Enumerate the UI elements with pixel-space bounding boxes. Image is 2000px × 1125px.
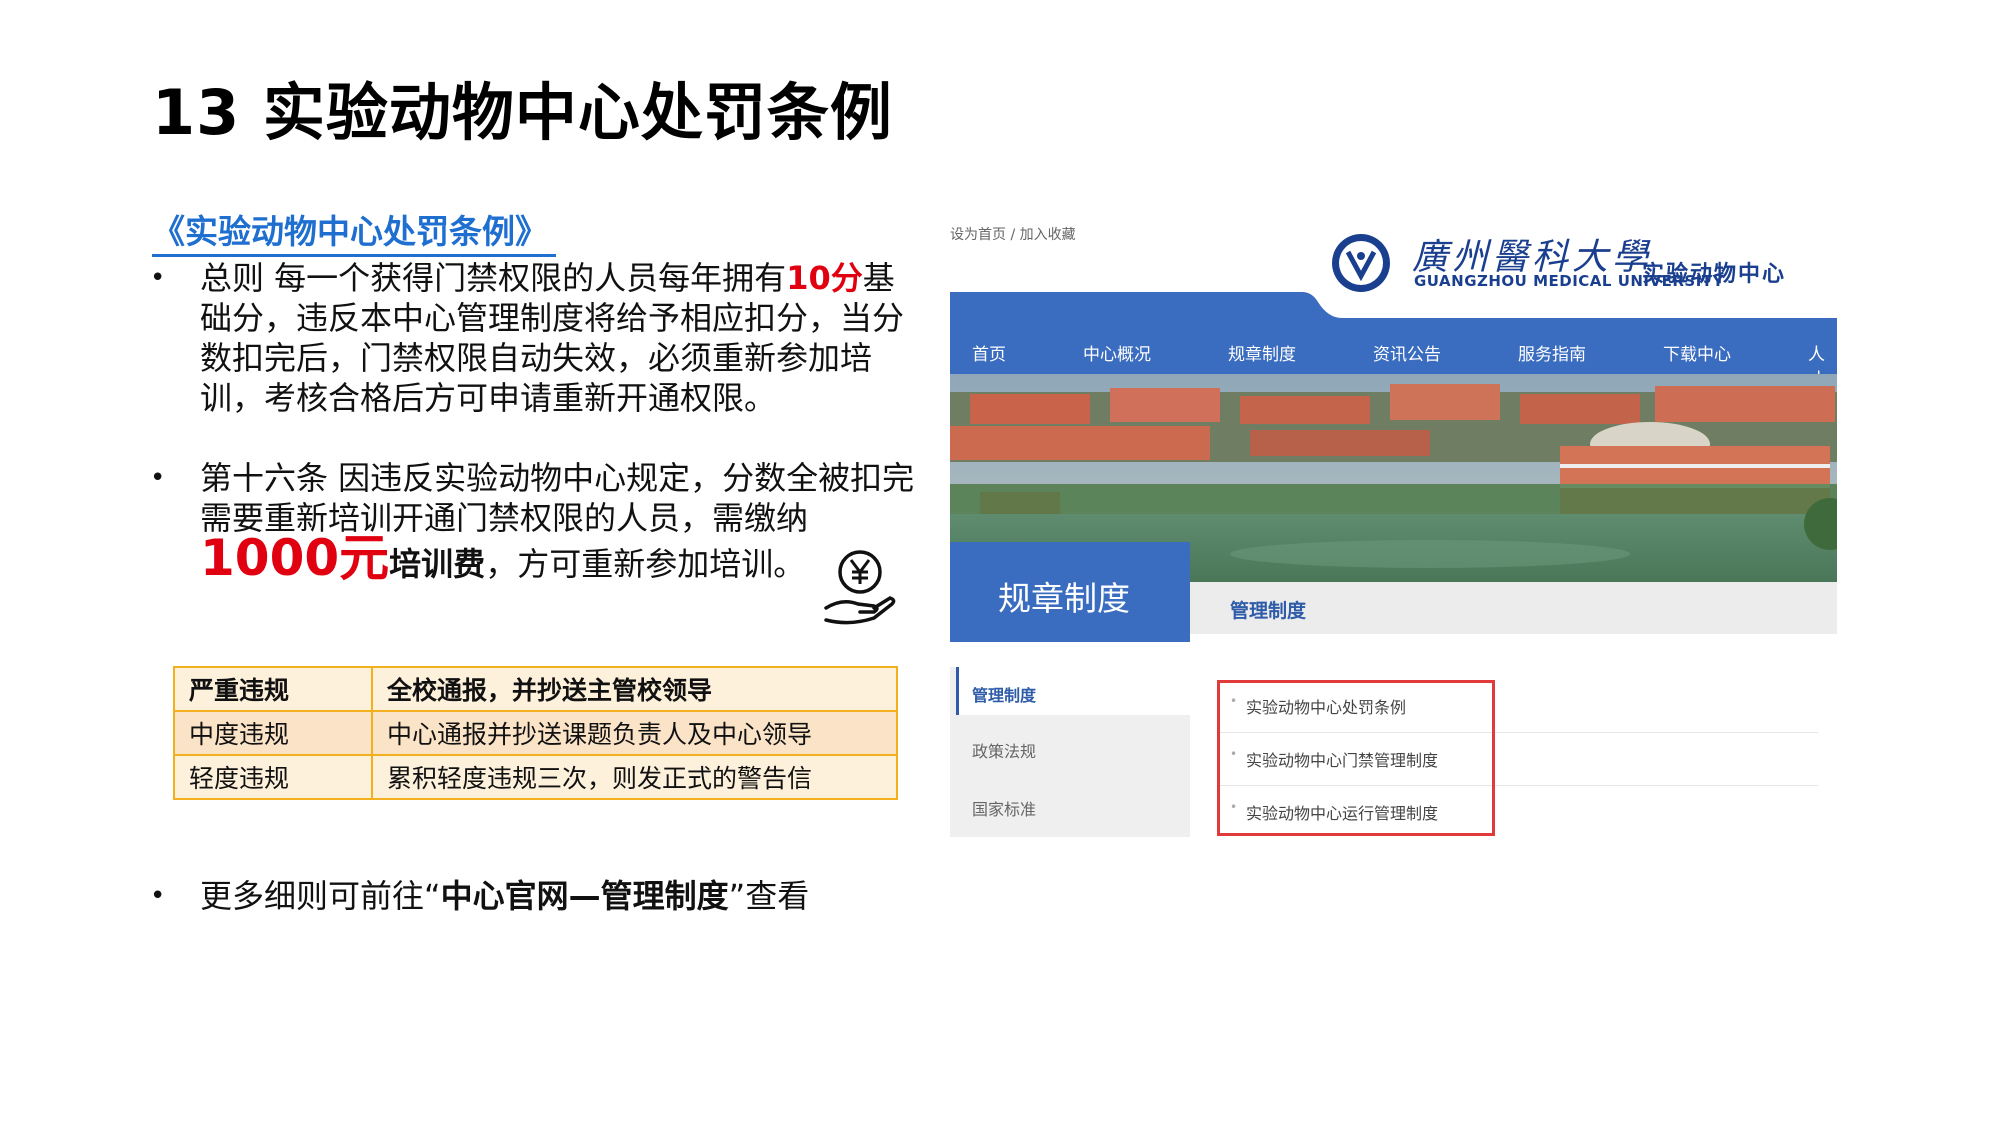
nav-item-home[interactable]: 首页	[972, 340, 1006, 365]
table-cell: 中心通报并抄送课题负责人及中心领导	[371, 710, 898, 756]
fee-label: 培训费	[389, 545, 486, 583]
table-row: 中度违规 中心通报并抄送课题负责人及中心领导	[173, 710, 898, 756]
highlight-box	[1217, 680, 1495, 836]
sidebar-title: 规章制度	[998, 579, 1130, 618]
fee-amount: 1000元	[200, 529, 390, 587]
section-band: 管理制度	[1190, 582, 1837, 634]
base-score: 10分	[786, 259, 863, 297]
table-cell: 全校通报，并抄送主管校领导	[371, 666, 898, 712]
doc-title-link[interactable]: 《实验动物中心处罚条例》	[152, 210, 556, 257]
topbar-links[interactable]: 设为首页 / 加入收藏	[950, 224, 1076, 244]
slide-title: 13 实验动物中心处罚条例	[152, 76, 893, 149]
bullet-text: 更多细则可前往“	[200, 877, 441, 915]
table-cell: 累积轻度违规三次，则发正式的警告信	[371, 754, 898, 800]
table-row: 轻度违规 累积轻度违规三次，则发正式的警告信	[173, 754, 898, 800]
nav-item-downloads[interactable]: 下载中心	[1663, 340, 1731, 365]
bullet-text: 第十六条 因违反实验动物中心规定，分数全被扣完需要重新培训开通门禁权限的人员，需…	[200, 459, 915, 537]
table-cell: 轻度违规	[173, 754, 373, 800]
nav-item-service[interactable]: 服务指南	[1518, 340, 1586, 365]
nav-item-regulations[interactable]: 规章制度	[1192, 340, 1332, 379]
side-menu-item-national-standards[interactable]: 国家标准	[972, 796, 1036, 820]
bullet-text: 总则 每一个获得门禁权限的人员每年拥有	[200, 259, 787, 297]
sidebar-header: 规章制度	[950, 542, 1190, 642]
nav-item-news[interactable]: 资讯公告	[1373, 340, 1441, 365]
website-path: 中心官网—管理制度	[440, 877, 729, 915]
bullet-article-16: • 第十六条 因违反实验动物中心规定，分数全被扣完需要重新培训开通门禁权限的人员…	[150, 458, 920, 584]
money-hand-icon	[824, 550, 896, 625]
violation-table: 严重违规 全校通报，并抄送主管校领导 中度违规 中心通报并抄送课题负责人及中心领…	[173, 666, 898, 800]
table-cell: 中度违规	[173, 710, 373, 756]
bullet-text: ”查看	[728, 877, 810, 915]
side-menu-item-management[interactable]: 管理制度	[972, 682, 1036, 706]
table-row: 严重违规 全校通报，并抄送主管校领导	[173, 666, 898, 712]
bullet-dot: •	[150, 263, 166, 293]
bullet-dot: •	[150, 881, 166, 911]
website-screenshot: 设为首页 / 加入收藏 廣州醫科大學 GUANGZHOU MEDICAL UNI…	[950, 212, 1837, 837]
table-cell: 严重违规	[173, 666, 373, 712]
bullet-text: ，方可重新参加培训。	[485, 545, 806, 583]
side-menu-item-policies[interactable]: 政策法规	[972, 738, 1036, 762]
section-title: 管理制度	[1230, 600, 1307, 622]
university-logo: 廣州醫科大學 GUANGZHOU MEDICAL UNIVERSITY 实验动物…	[1330, 222, 1830, 292]
nav-item-overview[interactable]: 中心概况	[1083, 340, 1151, 365]
bullet-dot: •	[150, 463, 166, 493]
bullet-general-rule: • 总则 每一个获得门禁权限的人员每年拥有10分基础分，违反本中心管理制度将给予…	[150, 258, 920, 418]
bullet-more-details: • 更多细则可前往“中心官网—管理制度”查看	[150, 876, 809, 916]
